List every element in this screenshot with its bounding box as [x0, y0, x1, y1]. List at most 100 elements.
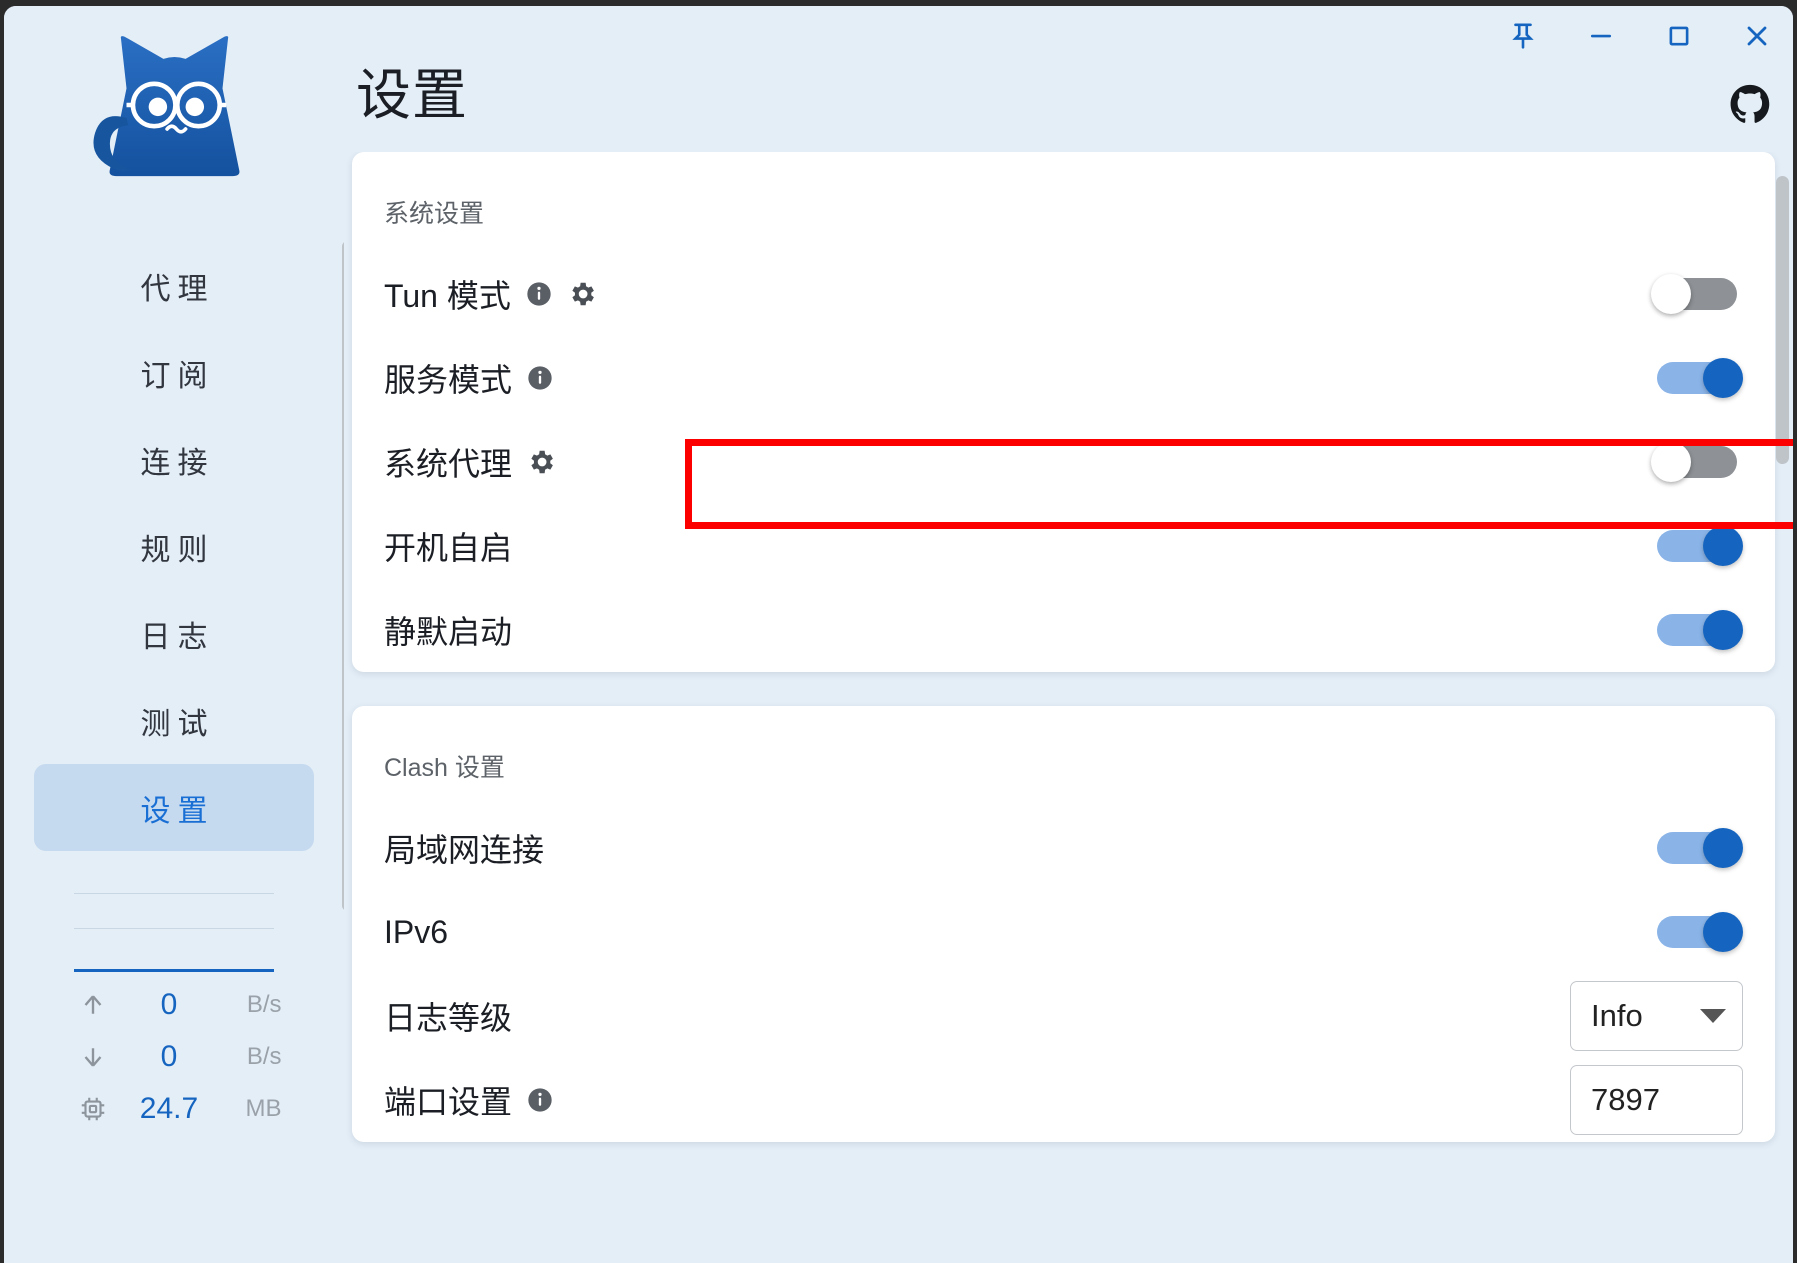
- row-system-proxy: 系统代理: [380, 420, 1747, 504]
- sidebar-item-rules[interactable]: 规则: [34, 503, 314, 590]
- title-bar: 设置: [344, 6, 1793, 152]
- row-tun-mode: Tun 模式: [380, 252, 1747, 336]
- sidebar-item-label: 连接: [140, 446, 215, 480]
- app-logo: [74, 28, 274, 218]
- memory-value: 24.7: [139, 1092, 199, 1125]
- sidebar-item-logs[interactable]: 日志: [34, 590, 314, 677]
- memory-unit: MB: [245, 1095, 282, 1122]
- silent-start-label-group: 静默启动: [384, 607, 512, 653]
- log-level-label-group: 日志等级: [384, 993, 512, 1039]
- tun-mode-label-group: Tun 模式: [384, 271, 597, 317]
- pin-icon[interactable]: [1501, 14, 1545, 58]
- sidebar-item-label: 设置: [140, 794, 215, 828]
- info-icon[interactable]: [525, 280, 553, 308]
- toggle-knob: [1703, 526, 1743, 566]
- port-settings-label-group: 端口设置: [384, 1077, 554, 1123]
- ipv6-toggle[interactable]: [1651, 912, 1743, 952]
- minimize-icon[interactable]: [1579, 14, 1623, 58]
- sidebar-item-label: 日志: [140, 620, 215, 654]
- clash-verge-cat-logo-icon: [92, 36, 239, 177]
- row-label-text: 局域网连接: [384, 832, 545, 868]
- sidebar-nav: 代理 订阅 连接 规则 日志 测试 设置: [34, 242, 314, 851]
- arrow-up-icon: [67, 990, 119, 1020]
- sidebar-item-proxy[interactable]: 代理: [34, 242, 314, 329]
- row-silent-start: 静默启动: [380, 588, 1747, 672]
- sidebar-item-test[interactable]: 测试: [34, 677, 314, 764]
- main-panel: 设置 系统设置 Tun 模式 服务模式 系统代理 开机自启 静默启动 Clash…: [344, 6, 1793, 1263]
- maximize-icon[interactable]: [1657, 14, 1701, 58]
- row-log-level: 日志等级 Info: [380, 974, 1747, 1058]
- lan-connection-label-group: 局域网连接: [384, 825, 544, 871]
- system-proxy-toggle[interactable]: [1651, 442, 1743, 482]
- auto-launch-label-group: 开机自启: [384, 523, 512, 569]
- toggle-knob: [1703, 828, 1743, 868]
- service-mode-label-group: 服务模式: [384, 355, 554, 401]
- download-speed-unit: B/s: [246, 1043, 282, 1070]
- system-settings-title: 系统设置: [384, 200, 485, 228]
- sidebar: 代理 订阅 连接 规则 日志 测试 设置 0 B/s 0 B/s 24.7 MB: [4, 6, 353, 1263]
- stat-upload: 0 B/s: [67, 986, 282, 1024]
- clash-settings-title: Clash 设置: [384, 754, 505, 782]
- row-label-text: 系统代理: [384, 446, 513, 482]
- divider-accent: [74, 969, 274, 972]
- settings-content: 系统设置 Tun 模式 服务模式 系统代理 开机自启 静默启动 Clash 设置…: [344, 152, 1793, 1263]
- service-mode-toggle[interactable]: [1651, 358, 1743, 398]
- toggle-knob: [1703, 358, 1743, 398]
- row-label-text: Tun 模式: [384, 278, 511, 314]
- log-level-value: Info: [1591, 998, 1643, 1033]
- port-input[interactable]: 7897: [1570, 1065, 1743, 1135]
- upload-speed-unit: B/s: [246, 991, 282, 1018]
- info-icon[interactable]: [526, 364, 554, 392]
- toggle-knob: [1651, 274, 1691, 314]
- github-icon[interactable]: [1729, 84, 1771, 126]
- row-port-settings: 端口设置 7897: [380, 1058, 1747, 1142]
- system-settings-card: 系统设置 Tun 模式 服务模式 系统代理 开机自启 静默启动: [352, 152, 1775, 672]
- sidebar-item-connections[interactable]: 连接: [34, 416, 314, 503]
- row-label-text: 静默启动: [384, 614, 513, 650]
- sidebar-item-label: 代理: [140, 272, 215, 306]
- chevron-down-icon: [1700, 1009, 1726, 1023]
- toggle-knob: [1651, 442, 1691, 482]
- auto-launch-toggle[interactable]: [1651, 526, 1743, 566]
- row-auto-launch: 开机自启: [380, 504, 1747, 588]
- page-title: 设置: [356, 64, 469, 126]
- memory-chip-icon: [67, 1094, 119, 1124]
- row-label-text: 日志等级: [384, 1000, 513, 1036]
- divider-1: [74, 893, 274, 894]
- row-lan-connection: 局域网连接: [380, 806, 1747, 890]
- row-label-text: 端口设置: [384, 1084, 513, 1120]
- port-value: 7897: [1591, 1082, 1660, 1117]
- download-speed-value: 0: [160, 1040, 178, 1073]
- row-label-text: IPv6: [384, 913, 449, 950]
- row-ipv6: IPv6: [380, 890, 1747, 974]
- divider-2: [74, 928, 274, 929]
- system-proxy-label-group: 系统代理: [384, 439, 556, 485]
- sidebar-item-label: 规则: [140, 533, 215, 567]
- row-label-text: 开机自启: [384, 530, 513, 566]
- upload-speed-value: 0: [160, 988, 178, 1021]
- log-level-select[interactable]: Info: [1570, 981, 1743, 1051]
- traffic-stats: 0 B/s 0 B/s 24.7 MB: [67, 986, 282, 1128]
- content-scrollbar[interactable]: [1776, 176, 1789, 464]
- gear-icon[interactable]: [526, 447, 556, 477]
- tun-mode-toggle[interactable]: [1651, 274, 1743, 314]
- clash-settings-card: Clash 设置 局域网连接 IPv6 日志等级 Info 端口设置 7897: [352, 706, 1775, 1142]
- app-window: 代理 订阅 连接 规则 日志 测试 设置 0 B/s 0 B/s 24.7 MB…: [4, 6, 1793, 1263]
- sidebar-item-profiles[interactable]: 订阅: [34, 329, 314, 416]
- sidebar-item-settings[interactable]: 设置: [34, 764, 314, 851]
- lan-connection-toggle[interactable]: [1651, 828, 1743, 868]
- toggle-knob: [1703, 912, 1743, 952]
- sidebar-item-label: 订阅: [140, 359, 215, 393]
- stat-download: 0 B/s: [67, 1038, 282, 1076]
- row-label-text: 服务模式: [384, 362, 513, 398]
- sidebar-dividers: [74, 859, 274, 972]
- sidebar-item-label: 测试: [140, 707, 215, 741]
- close-icon[interactable]: [1735, 14, 1779, 58]
- info-icon[interactable]: [526, 1086, 554, 1114]
- gear-icon[interactable]: [567, 279, 597, 309]
- arrow-down-icon: [67, 1042, 119, 1072]
- ipv6-label-group: IPv6: [384, 914, 448, 951]
- stat-memory: 24.7 MB: [67, 1090, 282, 1128]
- toggle-knob: [1703, 610, 1743, 650]
- silent-start-toggle[interactable]: [1651, 610, 1743, 650]
